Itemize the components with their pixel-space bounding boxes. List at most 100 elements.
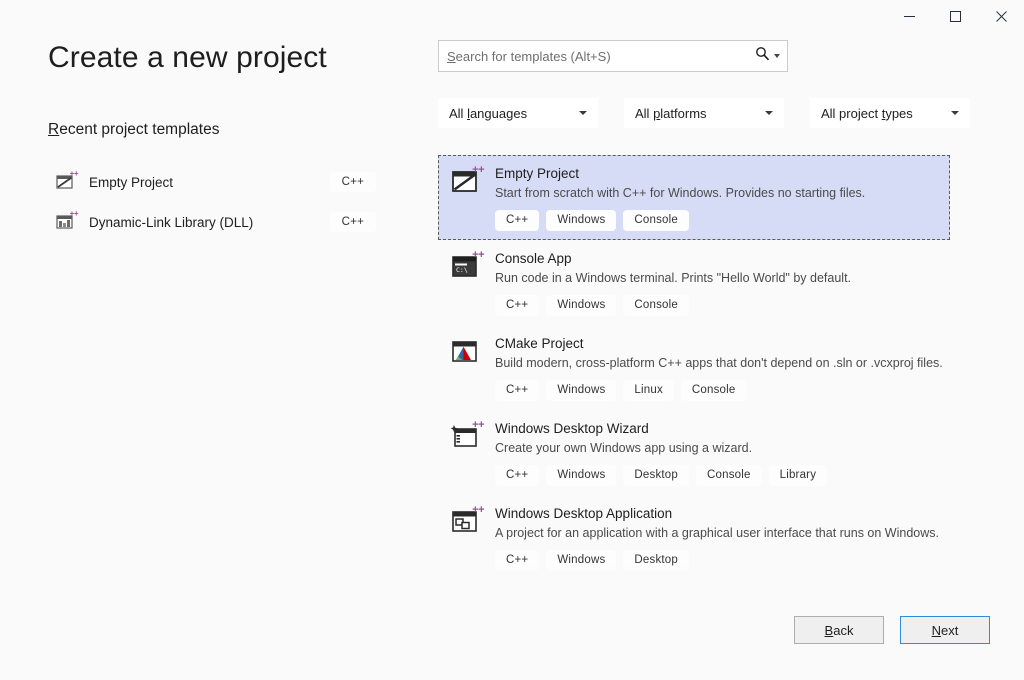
- template-tags: C++ Windows Console: [495, 295, 949, 316]
- template-tags: C++ Windows Desktop: [495, 550, 949, 571]
- template-tag: Windows: [546, 380, 617, 401]
- search-input[interactable]: Search for templates (Alt+S): [438, 40, 788, 72]
- next-button-label: Next: [932, 623, 959, 638]
- template-body: Windows Desktop Application A project fo…: [495, 505, 949, 571]
- search-accesskey: S: [447, 48, 456, 64]
- template-item-blank-solution[interactable]: Blank Solution Create an empty solution …: [438, 580, 950, 590]
- next-accesskey: N: [931, 622, 942, 638]
- template-item-empty-project[interactable]: ++ Empty Project Start from scratch with…: [438, 155, 950, 240]
- back-button-label: Back: [825, 623, 854, 638]
- template-description: Start from scratch with C++ for Windows.…: [495, 186, 866, 200]
- template-tag: Desktop: [623, 465, 689, 486]
- template-name: Console App: [495, 251, 572, 266]
- recent-templates-heading: Recent project templates: [48, 121, 220, 138]
- template-tag: Windows: [546, 210, 617, 231]
- cpp-badge-icon: ++: [69, 209, 79, 218]
- maximize-button[interactable]: [932, 0, 978, 32]
- close-icon: [995, 10, 1007, 22]
- search-row: Search for templates (Alt+S): [438, 40, 788, 72]
- filter-project-type-rest: ypes: [885, 105, 913, 121]
- template-list[interactable]: ++ Empty Project Start from scratch with…: [438, 155, 950, 590]
- template-tag: C++: [495, 465, 540, 486]
- next-button[interactable]: Next: [900, 616, 990, 644]
- template-tags: C++ Windows Desktop Console Library: [495, 465, 949, 486]
- chevron-down-icon: [765, 111, 773, 115]
- cpp-badge-icon: ++: [472, 164, 484, 176]
- cpp-badge-icon: ++: [69, 169, 79, 178]
- template-body: CMake Project Build modern, cross-platfo…: [495, 335, 949, 401]
- page-title: Create a new project: [48, 41, 327, 74]
- template-item-cmake-project[interactable]: CMake Project Build modern, cross-platfo…: [438, 325, 950, 410]
- desktop-wizard-icon: ++: [451, 419, 484, 452]
- template-tag: Linux: [623, 380, 674, 401]
- recent-item-language: C++: [329, 172, 376, 192]
- recent-item-empty-project[interactable]: ++ Empty Project C++: [48, 162, 418, 202]
- filter-project-type-label: All project types: [821, 105, 913, 121]
- search-placeholder: Search for templates (Alt+S): [447, 49, 755, 64]
- template-tags: C++ Windows Console: [495, 210, 949, 231]
- search-adornments: [755, 46, 787, 66]
- right-pane: Search for templates (Alt+S) All languag…: [438, 40, 990, 128]
- cpp-badge-icon: ++: [472, 504, 484, 516]
- next-rest: ext: [941, 622, 959, 638]
- dll-icon: ++: [56, 209, 79, 232]
- svg-text:C:\: C:\: [456, 266, 468, 274]
- template-tag: C++: [495, 380, 540, 401]
- search-dropdown-chevron-down-icon[interactable]: [774, 54, 780, 58]
- template-name: Windows Desktop Wizard: [495, 421, 649, 436]
- cpp-badge-icon: ++: [472, 419, 484, 431]
- template-tags: C++ Windows Linux Console: [495, 380, 949, 401]
- template-tag: Library: [768, 465, 828, 486]
- template-name: Empty Project: [495, 166, 580, 181]
- left-pane: Create a new project Recent project temp…: [48, 40, 418, 242]
- template-name: CMake Project: [495, 336, 584, 351]
- close-button[interactable]: [978, 0, 1024, 32]
- template-description: Create your own Windows app using a wiza…: [495, 441, 753, 455]
- chevron-down-icon: [579, 111, 587, 115]
- empty-project-icon: ++: [451, 164, 484, 197]
- template-item-windows-desktop-wizard[interactable]: ++ Windows Desktop Wizard Create your ow…: [438, 410, 950, 495]
- recent-templates-list: ++ Empty Project C++ ++ Dynamic-Link Lib…: [48, 162, 418, 242]
- template-tag: Windows: [546, 295, 617, 316]
- template-tag: Console: [623, 295, 689, 316]
- recent-item-dll[interactable]: ++ Dynamic-Link Library (DLL) C++: [48, 202, 418, 242]
- back-rest: ack: [833, 622, 854, 638]
- template-description: Run code in a Windows terminal. Prints "…: [495, 271, 852, 285]
- filter-language-rest: anguages: [469, 105, 528, 121]
- template-body: Console App Run code in a Windows termin…: [495, 250, 949, 316]
- template-body: Empty Project Start from scratch with C+…: [495, 165, 949, 231]
- recent-heading-accesskey: R: [48, 121, 60, 138]
- back-accesskey: B: [824, 622, 834, 638]
- template-item-console-app[interactable]: C:\ ++ Console App Run code in a Windows…: [438, 240, 950, 325]
- cpp-badge-icon: ++: [472, 249, 484, 261]
- template-body: Windows Desktop Wizard Create your own W…: [495, 420, 949, 486]
- recent-item-label: Dynamic-Link Library (DLL): [89, 214, 254, 230]
- filter-language-label: All languages: [449, 105, 528, 121]
- filter-language-dropdown[interactable]: All languages: [438, 98, 598, 128]
- template-tag: Console: [696, 465, 762, 486]
- template-description: A project for an application with a grap…: [495, 526, 939, 540]
- console-app-icon: C:\ ++: [451, 249, 484, 282]
- chevron-down-icon: [951, 111, 959, 115]
- filter-row: All languages All platforms All project …: [438, 98, 990, 128]
- recent-item-language: C++: [329, 212, 376, 232]
- filter-platform-rest: latforms: [660, 105, 707, 121]
- template-tag: C++: [495, 295, 540, 316]
- search-icon[interactable]: [755, 46, 770, 66]
- template-item-windows-desktop-application[interactable]: ++ Windows Desktop Application A project…: [438, 495, 950, 580]
- template-tag: C++: [495, 550, 540, 571]
- dialog-footer: Back Next: [794, 616, 990, 644]
- filter-platform-label: All platforms: [635, 105, 707, 121]
- minimize-button[interactable]: [886, 0, 932, 32]
- back-button[interactable]: Back: [794, 616, 884, 644]
- maximize-icon: [949, 10, 961, 22]
- filter-platform-dropdown[interactable]: All platforms: [624, 98, 784, 128]
- title-bar: [0, 0, 1024, 32]
- template-tag: Console: [680, 380, 747, 401]
- template-name: Windows Desktop Application: [495, 506, 673, 521]
- template-description: Build modern, cross-platform C++ apps th…: [495, 356, 943, 370]
- template-tag: C++: [495, 210, 540, 231]
- filter-project-type-dropdown[interactable]: All project types: [810, 98, 970, 128]
- recent-item-label: Empty Project: [89, 174, 174, 190]
- template-tag: Console: [623, 210, 689, 231]
